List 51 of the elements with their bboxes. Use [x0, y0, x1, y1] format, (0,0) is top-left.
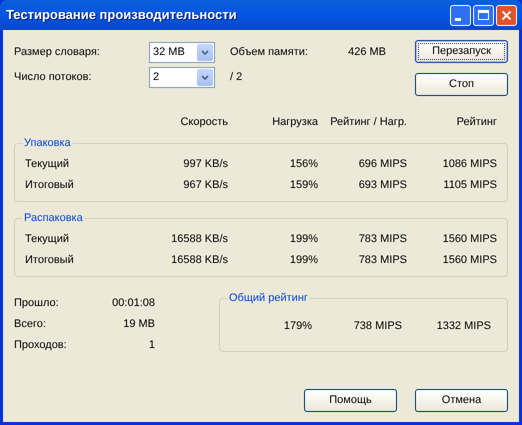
stat-value: 00:01:08 [112, 296, 155, 311]
info-label: / 2 [230, 70, 244, 85]
value-cell-text: 16588 KB/s [170, 232, 228, 247]
value-cell-text: 199% [288, 252, 318, 268]
value-cell-text: 696 MIPS [358, 156, 407, 172]
row-label: Текущий [25, 232, 70, 247]
value-cell-text: 783 MIPS [358, 232, 407, 247]
maximize-icon[interactable] [473, 4, 494, 26]
value-cell-text: 1105 MIPS [442, 178, 497, 193]
group-title: Распаковка [23, 210, 84, 224]
window-title: Тестирование производительности [6, 6, 237, 24]
value-cell-text: 783 MIPS [358, 252, 407, 268]
row-label: Итоговый [25, 252, 75, 268]
value-cell-text: 967 KB/s [182, 178, 228, 193]
stat-label: Проходов: [14, 338, 67, 353]
column-header: Скорость [179, 115, 228, 130]
stat-label: Прошло: [14, 296, 59, 311]
value-cell-text: 738 MIPS [352, 319, 402, 334]
stat-value: 1 [148, 338, 155, 353]
dialog-button[interactable]: Стоп [415, 73, 508, 96]
value-cell-text: 1332 MIPS [436, 319, 491, 334]
setting-label: Размер словаря: [14, 44, 101, 60]
column-header: Рейтинг [456, 115, 497, 130]
value-cell-text: 693 MIPS [358, 178, 407, 193]
value-cell-text: 159% [288, 178, 318, 193]
info-label: Объем памяти: [230, 44, 309, 60]
info-value: 426 MB [347, 44, 386, 60]
value-cell-text: 199% [288, 232, 318, 247]
value-cell-text: 1560 MIPS [442, 232, 497, 247]
minimize-icon[interactable] [450, 4, 471, 26]
value-cell-text: 16588 KB/s [170, 252, 228, 268]
row-label: Текущий [25, 156, 70, 172]
dialog-button[interactable]: Отмена [415, 389, 508, 412]
column-header: Рейтинг / Нагр. [329, 115, 407, 130]
column-header: Нагрузка [271, 115, 318, 130]
row-label: Итоговый [25, 178, 75, 193]
dropdown-field[interactable]: 32 MB [149, 42, 215, 62]
group-title: Общий рейтинг [228, 290, 309, 304]
value-cell-text: 997 KB/s [182, 156, 228, 172]
dialog-button[interactable]: Помощь [304, 389, 397, 412]
value-cell-text: 1086 MIPS [442, 156, 497, 172]
group-title: Упаковка [23, 136, 72, 150]
setting-label: Число потоков: [14, 70, 93, 85]
dialog-button[interactable]: Перезапуск [415, 40, 508, 63]
value-cell-text: 1560 MIPS [442, 252, 497, 268]
close-icon[interactable] [496, 4, 517, 26]
value-cell-text: 179% [282, 319, 312, 334]
stat-label: Всего: [14, 316, 46, 332]
stat-value: 19 MB [123, 316, 155, 332]
dropdown-field[interactable]: 2 [149, 66, 215, 88]
value-cell-text: 156% [288, 156, 318, 172]
